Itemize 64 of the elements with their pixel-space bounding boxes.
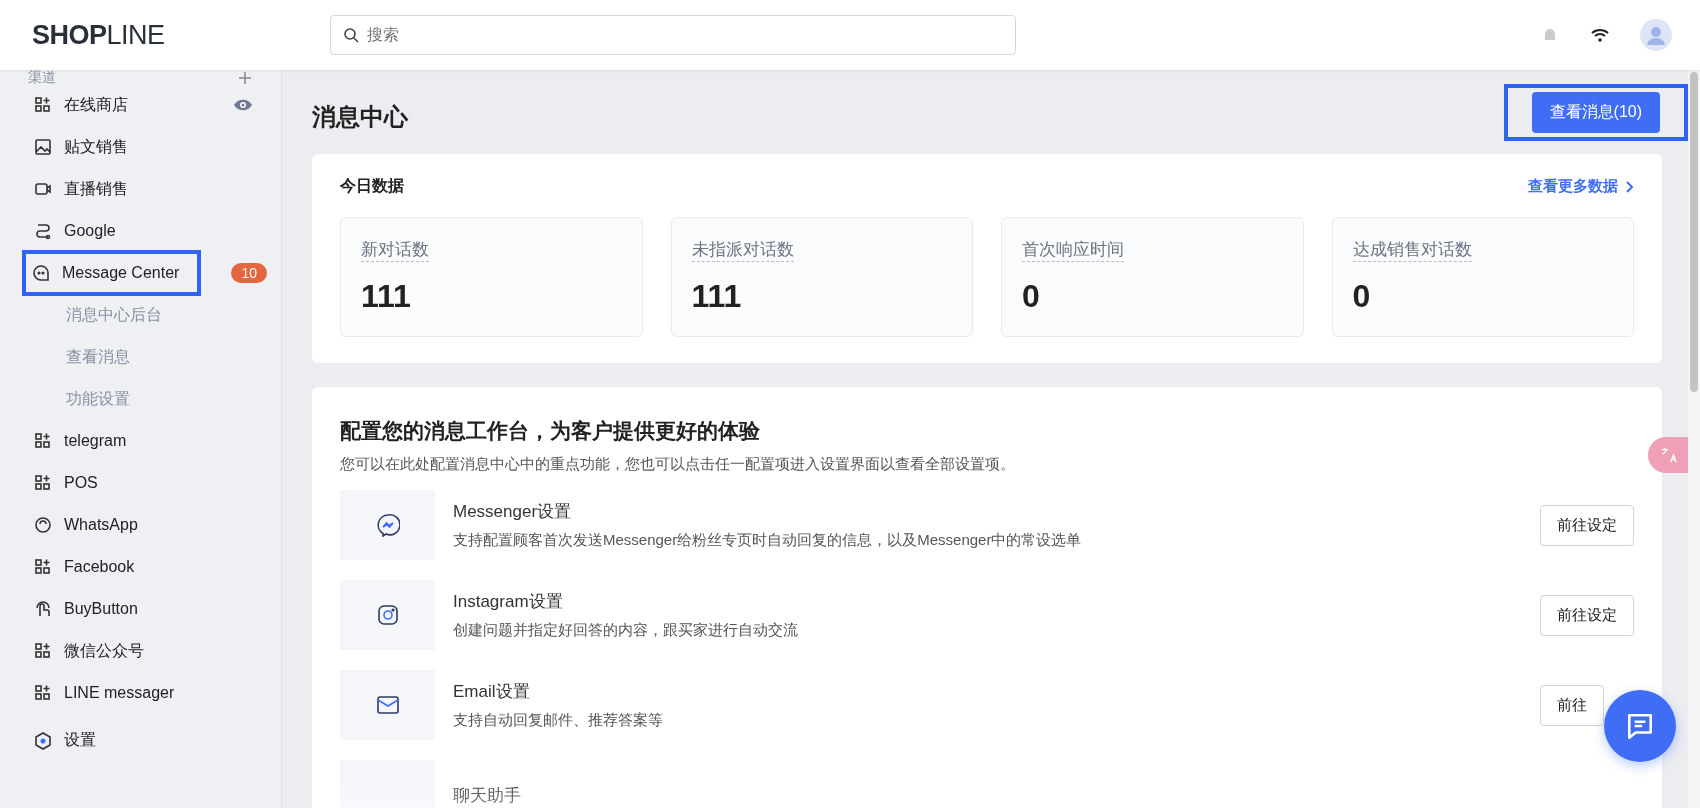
route-icon [34, 222, 52, 240]
sidebar-item[interactable]: POS [28, 466, 104, 500]
sidebar-item[interactable]: 微信公众号 [28, 632, 150, 670]
view-messages-button[interactable]: 查看消息(10) [1531, 91, 1660, 133]
count-badge: 10 [231, 263, 267, 283]
setting-description: 创建问题并指定好回答的内容，跟买家进行自动交流 [453, 621, 799, 640]
apps-icon [34, 432, 52, 450]
apps-icon [34, 684, 52, 702]
apps-icon [34, 96, 52, 114]
more-data-link[interactable]: 查看更多数据 [1528, 177, 1634, 196]
instagram-icon [375, 603, 400, 627]
eye-icon[interactable] [233, 98, 253, 112]
envelope-icon [375, 693, 400, 717]
sidebar-item[interactable]: 贴文销售 [28, 128, 134, 166]
settings-icon [34, 731, 52, 750]
apps-icon [34, 642, 52, 660]
go-settings-button[interactable]: 前往设定 [1540, 594, 1634, 636]
apps-icon [34, 474, 52, 492]
card-title: 今日数据 [340, 176, 404, 196]
sidebar-item[interactable]: BuyButton [28, 592, 144, 626]
setting-title: 聊天助手 [453, 784, 522, 807]
page-title: 消息中心 [312, 102, 408, 132]
stat-value: 0 [1352, 278, 1371, 315]
sidebar-item[interactable]: Google [28, 214, 122, 248]
avatar-icon[interactable] [1640, 19, 1672, 51]
setting-title: Messenger设置 [453, 501, 573, 523]
setting-title: Instagram设置 [453, 591, 564, 613]
sidebar-item[interactable]: 直播销售 [28, 170, 134, 208]
chevron-icon [1626, 180, 1634, 193]
stat-value: 0 [1022, 278, 1040, 315]
sidebar-item[interactable]: 在线商店 [28, 86, 134, 124]
camera-icon [34, 180, 52, 198]
sidebar-item[interactable]: Facebook [28, 550, 141, 584]
stat-label: 新对话数 [361, 238, 429, 262]
section-title: 渠道 [28, 70, 56, 84]
stat-value: 111 [361, 278, 411, 315]
stat-value: 111 [691, 278, 742, 315]
translate-icon [1659, 446, 1677, 464]
wifi-icon[interactable] [1590, 27, 1610, 43]
sidebar-item[interactable]: Message Center [26, 254, 198, 292]
go-settings-button[interactable]: 前往 [1540, 684, 1604, 726]
chat-icon [1625, 711, 1655, 741]
setting-description: 支持配置顾客首次发送Messenger给粉丝专页时自动回复的信息，以及Messenger中的常设选单 [453, 531, 1083, 550]
search-field[interactable]: 搜索 [330, 15, 1016, 55]
plus-icon[interactable] [239, 72, 251, 84]
section-description: 您可以在此处配置消息中心中的重点功能，您也可以点击任一配置项进入设置界面以查看全部设置项。 [340, 455, 1016, 474]
sidebar-item[interactable]: LINE messager [28, 676, 181, 710]
settings-item[interactable]: 设置 [28, 722, 257, 759]
logo[interactable]: SHOPLINE [32, 19, 330, 51]
setting-description: 支持自动回复邮件、推荐答案等 [453, 711, 664, 730]
translate-tab[interactable] [1648, 437, 1688, 473]
section-heading: 配置您的消息工作台，为客户提供更好的体验 [340, 418, 761, 444]
sidebar-item[interactable]: telegram [28, 424, 133, 458]
setting-title: Email设置 [453, 681, 531, 703]
chat-icon [32, 264, 50, 282]
image-icon [34, 138, 52, 156]
sidebar-item[interactable]: WhatsApp [28, 508, 144, 542]
scrollbar-thumb[interactable] [1690, 72, 1698, 392]
stat-label: 达成销售对话数 [1352, 238, 1472, 262]
go-settings-button[interactable]: 前往设定 [1540, 504, 1634, 546]
messenger-icon [375, 513, 400, 537]
apps-icon [34, 558, 52, 576]
stat-label: 未指派对话数 [691, 238, 794, 262]
stat-label: 首次响应时间 [1022, 238, 1124, 262]
